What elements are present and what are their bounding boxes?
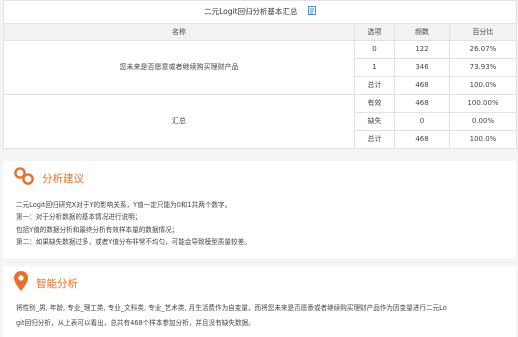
smart-analysis-title: 智能分析 <box>36 277 78 290</box>
percent-cell: 73.93% <box>449 57 517 77</box>
advice-line: 第一：对于分析数据的基本情况进行说明； <box>16 213 142 222</box>
chain-link-icon <box>14 167 34 189</box>
copy-icon[interactable] <box>307 2 316 23</box>
option-cell: 总计 <box>354 129 395 149</box>
advice-line: 二元Logit回归研究X对于Y的影响关系，Y值一定只能为0和1共两个数字。 <box>16 201 232 209</box>
table-row: 汇总 有效 468 100.00% <box>3 93 517 149</box>
summary-table-container: 二元Logit回归分析基本汇总 名称 选项 频数 百分比 您未来是否愿意或者继续… <box>3 0 517 149</box>
count-cell: 468 <box>394 75 450 95</box>
option-cell: 总计 <box>354 75 395 95</box>
summary-table: 二元Logit回归分析基本汇总 名称 选项 频数 百分比 您未来是否愿意或者继续… <box>3 0 517 149</box>
table-title-cell: 二元Logit回归分析基本汇总 <box>3 0 517 24</box>
count-cell: 0 <box>394 111 450 131</box>
advice-line: 包括Y值的数据分析和最终分析有效样本量的数据情况； <box>16 225 179 234</box>
percent-cell: 0.00% <box>449 111 517 131</box>
option-cell: 缺失 <box>354 111 395 131</box>
table-title-row: 二元Logit回归分析基本汇总 <box>3 0 517 24</box>
percent-cell: 100.00% <box>449 93 517 113</box>
smart-analysis-header: 智能分析 <box>14 271 78 295</box>
option-cell: 有效 <box>354 93 395 113</box>
count-cell: 468 <box>394 93 450 113</box>
percent-cell: 100.0% <box>449 129 517 149</box>
percent-cell: 26.07% <box>449 39 517 59</box>
column-header: 选项 <box>354 22 395 41</box>
count-cell: 346 <box>394 57 450 77</box>
location-pin-icon <box>14 271 28 295</box>
table-header-row: 名称 选项 频数 百分比 <box>3 22 517 41</box>
analysis-line: git回归分析，从上表可以看出，总共有468个样本参加分析，并且没有缺失数据。 <box>16 318 255 327</box>
table-row: 您未来是否愿意或者继续购买理财产品 0 122 26.07% <box>3 39 517 95</box>
column-header: 频数 <box>394 22 450 41</box>
count-cell: 468 <box>394 129 450 149</box>
smart-analysis-text: 将性别_男, 年龄, 专业_理工类, 专业_文科类, 专业_艺术类, 月生活费作… <box>16 301 447 330</box>
option-cell: 1 <box>354 57 395 77</box>
analysis-advice-text: 二元Logit回归研究X对于Y的影响关系，Y值一定只能为0和1共两个数字。 第一… <box>16 199 251 249</box>
group-name-cell: 您未来是否愿意或者继续购买理财产品 <box>3 39 355 95</box>
table-title: 二元Logit回归分析基本汇总 <box>204 7 298 16</box>
analysis-advice-header: 分析建议 <box>14 167 84 189</box>
option-cell: 0 <box>354 39 395 59</box>
column-header: 名称 <box>3 22 355 41</box>
group-name-cell: 汇总 <box>3 93 355 149</box>
column-header: 百分比 <box>449 22 517 41</box>
analysis-advice-title: 分析建议 <box>42 172 84 185</box>
count-cell: 122 <box>394 39 450 59</box>
analysis-advice-panel: 分析建议 二元Logit回归研究X对于Y的影响关系，Y值一定只能为0和1共两个数… <box>3 161 516 258</box>
percent-cell: 100.0% <box>449 75 517 95</box>
smart-analysis-panel: 智能分析 将性别_男, 年龄, 专业_理工类, 专业_文科类, 专业_艺术类, … <box>3 266 516 337</box>
analysis-line: 将性别_男, 年龄, 专业_理工类, 专业_文科类, 专业_艺术类, 月生活费作… <box>16 304 447 312</box>
advice-line: 第二：如果缺失数据过多，或者Y值分布非常不均匀，可能会导致模型质量较差。 <box>16 238 251 247</box>
